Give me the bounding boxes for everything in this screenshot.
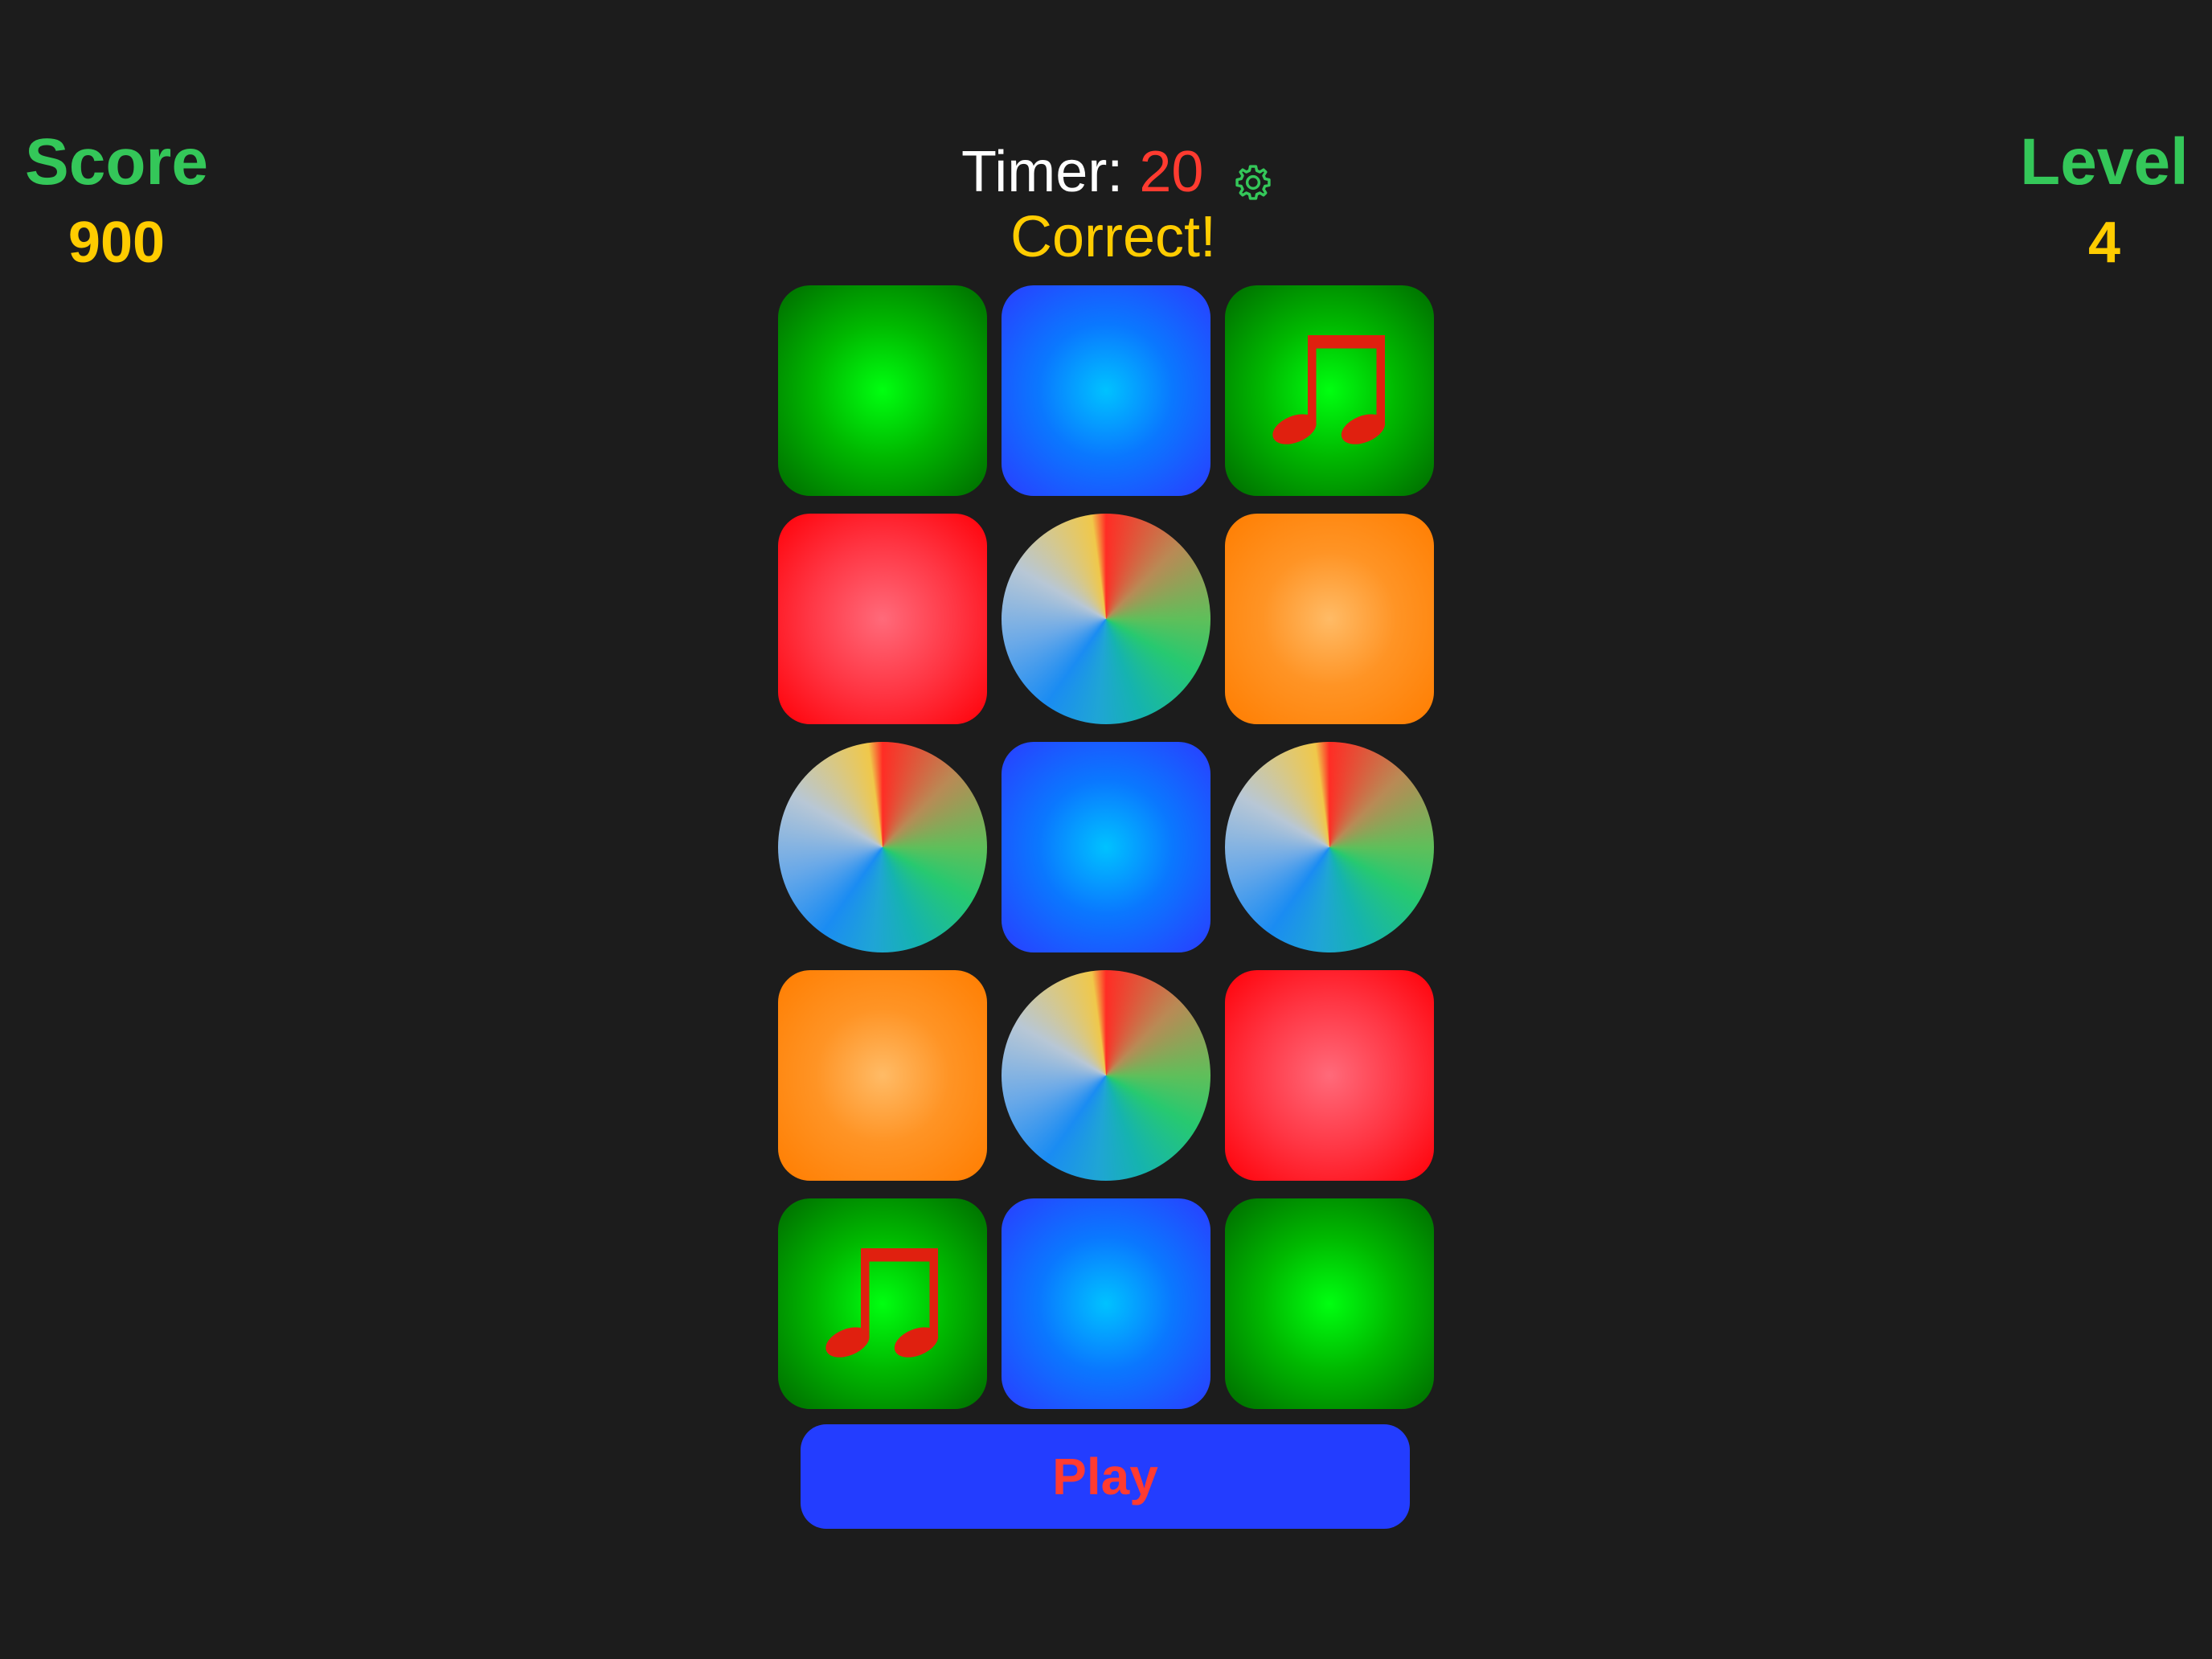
tile-green[interactable]	[778, 285, 987, 496]
music-note-icon	[825, 1248, 939, 1358]
timer-value: 20	[1139, 140, 1204, 204]
level-value: 4	[2087, 211, 2121, 275]
tile-blue[interactable]	[1002, 742, 1210, 952]
tile-blue[interactable]	[1002, 1198, 1210, 1409]
tile-grid	[778, 285, 1434, 1409]
level-label: Level	[2020, 125, 2189, 199]
tile-wheel[interactable]	[1002, 970, 1210, 1181]
play-button[interactable]: Play	[801, 1424, 1410, 1529]
tile-blue[interactable]	[1002, 285, 1210, 496]
score-value: 900	[68, 211, 166, 275]
tile-green[interactable]	[778, 1198, 987, 1409]
level-panel: Level 4	[2017, 122, 2191, 281]
tile-orange[interactable]	[778, 970, 987, 1181]
music-note-icon	[1272, 335, 1386, 444]
tile-green[interactable]	[1225, 285, 1434, 496]
tile-red[interactable]	[1225, 970, 1434, 1181]
tile-orange[interactable]	[1225, 514, 1434, 724]
gear-icon[interactable]	[1232, 151, 1274, 200]
timer-label: Timer:	[961, 140, 1124, 204]
tile-green[interactable]	[1225, 1198, 1434, 1409]
tile-red[interactable]	[778, 514, 987, 724]
score-panel: Score 900	[23, 122, 211, 281]
score-label: Score	[25, 125, 208, 199]
tile-wheel[interactable]	[1225, 742, 1434, 952]
timer-row: Timer: 20	[961, 133, 1274, 211]
tile-wheel[interactable]	[778, 742, 987, 952]
tile-wheel[interactable]	[1002, 514, 1210, 724]
status-message: Correct!	[1010, 205, 1217, 269]
